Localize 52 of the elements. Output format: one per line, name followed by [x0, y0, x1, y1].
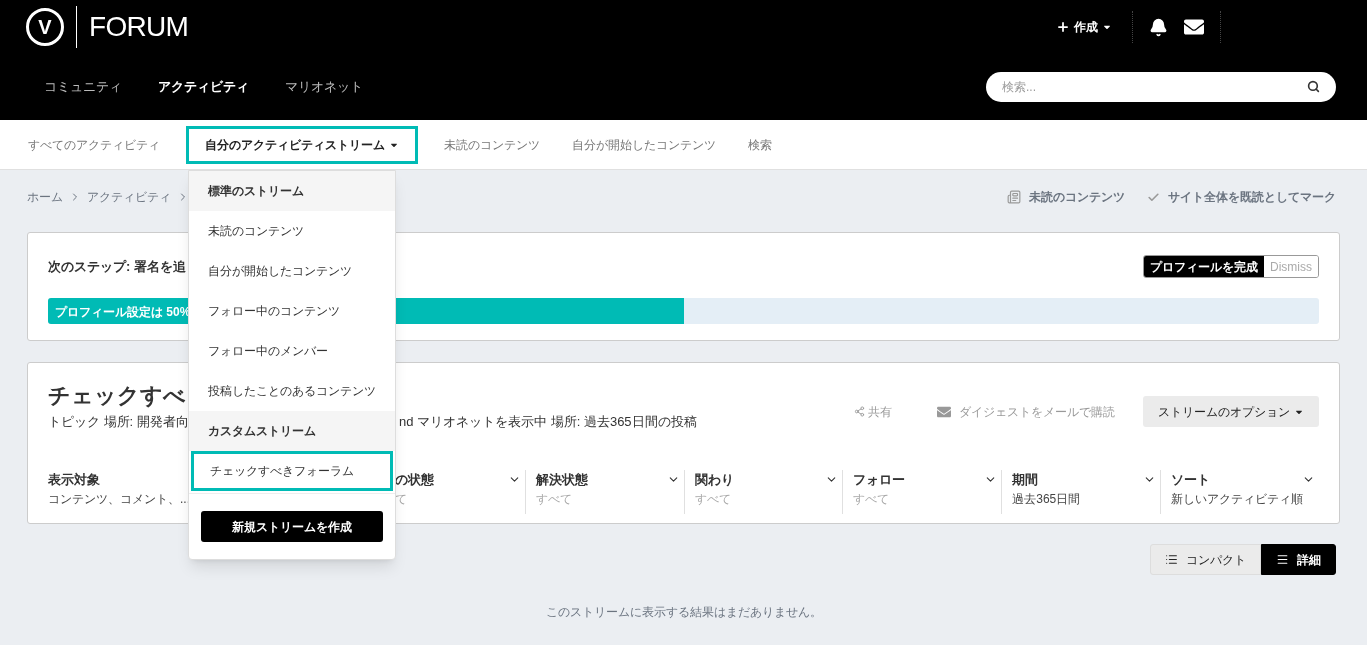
nav-tab[interactable]: アクティビティ	[140, 67, 267, 107]
nav-tab[interactable]: コミュニティ	[26, 67, 140, 107]
filter-label: フォロー	[853, 471, 907, 489]
filter-label: 表示対象	[48, 471, 101, 489]
filter-label: 関わり	[694, 471, 735, 489]
create-button[interactable]: 作成	[1056, 18, 1112, 36]
subnav-tab[interactable]: 検索	[732, 125, 788, 164]
filter-label: ソート	[1171, 471, 1212, 489]
view-toggle[interactable]: 詳細	[1261, 544, 1336, 575]
filter-value: すべて	[535, 490, 573, 508]
menu-item[interactable]: 自分が開始したコンテンツ	[189, 251, 395, 291]
stream-options-button[interactable]: ストリームのオプション	[1143, 396, 1319, 427]
filter-dropdown[interactable]: 解決状態 すべて	[524, 470, 684, 514]
unread-link[interactable]: 未読のコンテンツ	[1029, 188, 1125, 206]
filter-dropdown[interactable]: フォロー すべて	[842, 470, 1002, 514]
filter-value: コンテンツ、コメント、...	[48, 490, 190, 508]
filter-dropdown[interactable]: 期間 過去365日間	[1001, 470, 1161, 514]
view-toggle[interactable]: コンパクト	[1150, 544, 1261, 575]
new-stream-button[interactable]: 新規ストリームを作成	[201, 511, 383, 542]
filter-value: て	[394, 490, 408, 508]
menu-section-header: 標準のストリーム	[189, 171, 395, 211]
menu-item[interactable]: チェックすべきフォーラム	[191, 451, 393, 491]
subnav-tab[interactable]: 自分が開始したコンテンツ	[556, 125, 732, 164]
stream-description: nd マリオネットを表示中 場所: 過去365日間の投稿	[399, 413, 697, 431]
subnav-tab[interactable]: 未読のコンテンツ	[428, 125, 556, 164]
search-field[interactable]: 検索...	[986, 72, 1336, 102]
menu-item[interactable]: フォロー中のメンバー	[189, 331, 395, 371]
filter-label: 期間	[1012, 471, 1040, 489]
subnav-tab[interactable]: 自分のアクティビティストリーム	[186, 125, 418, 164]
stream-description: トピック 場所: 開発者向	[48, 414, 189, 429]
filter-label: 解決状態	[535, 471, 589, 489]
logo-mark[interactable]: V	[26, 8, 64, 46]
complete-profile-button[interactable]: プロフィールを完成	[1144, 256, 1264, 277]
filter-value: 新しいアクティビティ順	[1171, 490, 1302, 508]
mark-read-link[interactable]: サイト全体を既読としてマーク	[1168, 188, 1336, 206]
menu-item[interactable]: 投稿したことのあるコンテンツ	[189, 371, 395, 411]
empty-message: このストリームに表示する結果はまだありません。	[544, 604, 823, 621]
filter-value: 過去365日間	[1012, 490, 1082, 508]
menu-section-header: カスタムストリーム	[189, 411, 395, 451]
card-title: 次のステップ: 署名を追	[48, 257, 186, 276]
breadcrumb-link[interactable]: ホーム	[27, 188, 63, 206]
menu-item[interactable]: 未読のコンテンツ	[189, 211, 395, 251]
breadcrumb-link[interactable]: アクティビティ	[87, 188, 171, 206]
stream-title: チェックすべ	[48, 382, 186, 410]
filter-value: すべて	[853, 490, 891, 508]
filter-dropdown[interactable]: ソート 新しいアクティビティ順	[1160, 470, 1319, 514]
filter-value: すべて	[694, 490, 732, 508]
logo-text[interactable]: FORUM	[89, 6, 189, 48]
subnav-tab[interactable]: すべてのアクティビティ	[12, 125, 176, 164]
menu-item[interactable]: フォロー中のコンテンツ	[189, 291, 395, 331]
filter-dropdown[interactable]: 関わり すべて	[683, 470, 843, 514]
nav-tab[interactable]: マリオネット	[267, 67, 381, 107]
